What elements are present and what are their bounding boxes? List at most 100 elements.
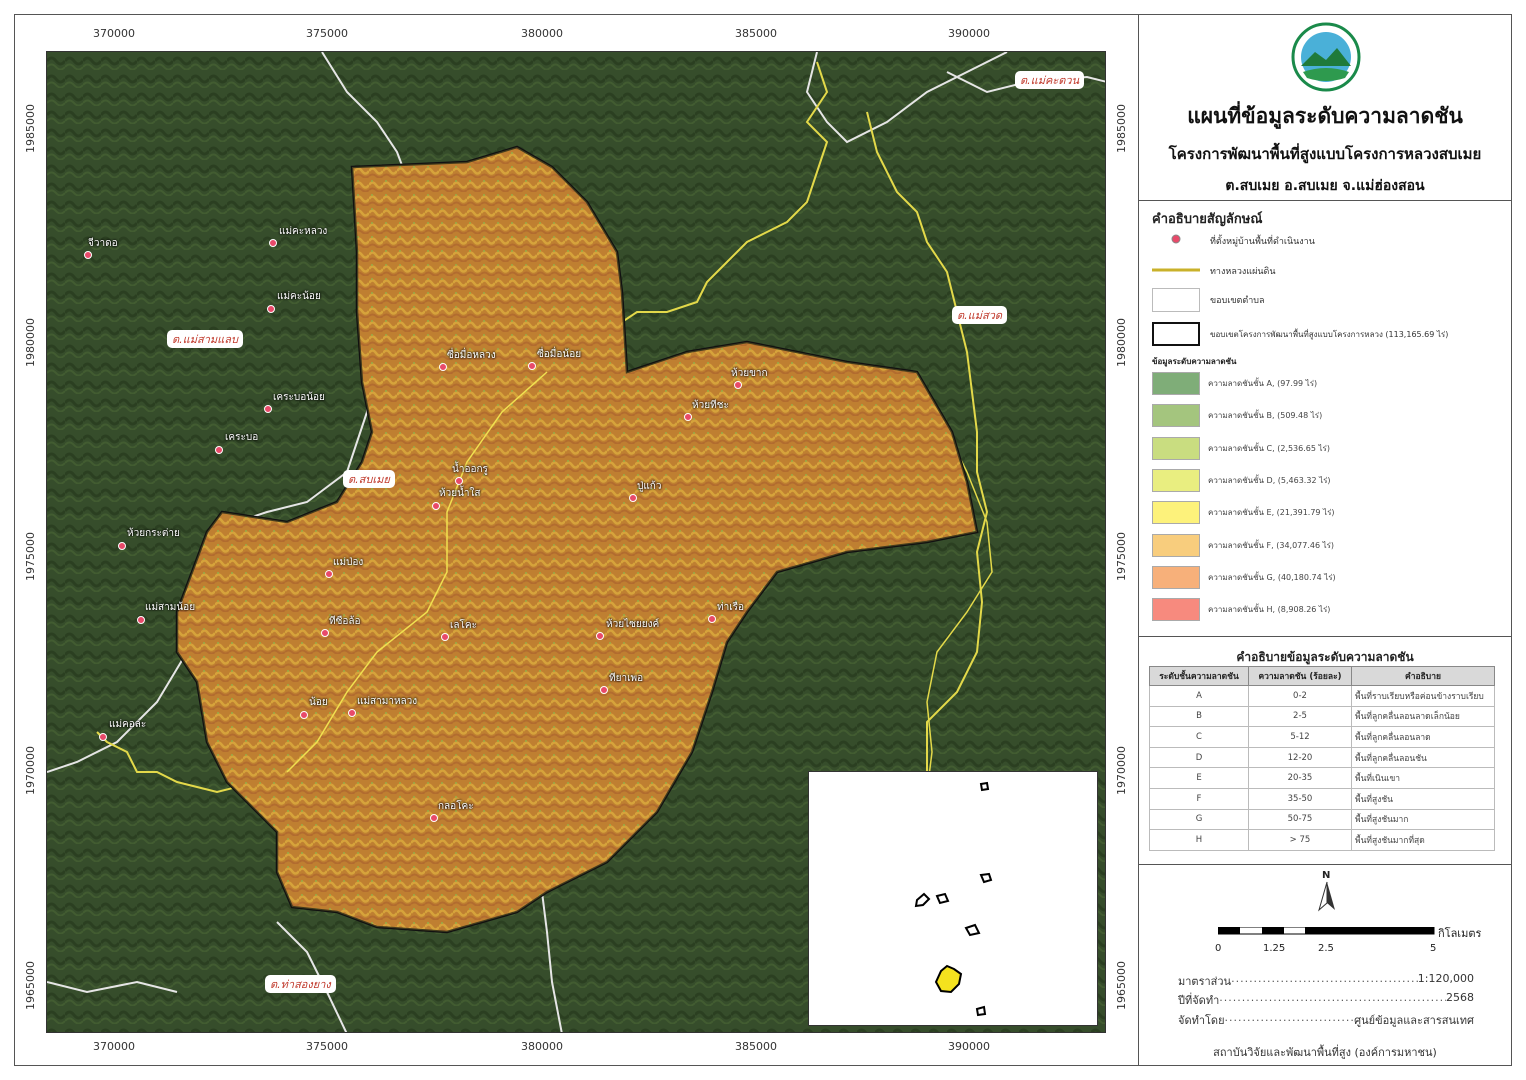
village-marker[interactable] [264, 405, 272, 413]
slope-class-swatch [1152, 501, 1200, 525]
village-marker[interactable] [596, 632, 604, 640]
village-marker[interactable] [137, 616, 145, 624]
table-cell: 12-20 [1248, 746, 1352, 769]
y-tick-right: 1965000 [1115, 961, 1128, 1010]
project-box-icon [1152, 322, 1200, 346]
village-label: ทียาเพอ [609, 673, 644, 684]
village-marker[interactable] [300, 711, 308, 719]
table-row: A 0-2 พื้นที่ราบเรียบหรือค่อนข้างราบเรียบ [1149, 685, 1495, 707]
village-marker[interactable] [734, 381, 742, 389]
slope-table-header: คำอธิบาย [1351, 666, 1495, 686]
table-cell: พื้นที่ลูกคลื่นลอนชัน [1351, 746, 1495, 769]
village-marker[interactable] [215, 446, 223, 454]
village-marker[interactable] [629, 494, 637, 502]
y-tick-right: 1970000 [1115, 746, 1128, 795]
table-cell: พื้นที่สูงชัน [1351, 787, 1495, 810]
table-cell: H [1149, 829, 1249, 851]
inset-project-outline [979, 872, 993, 884]
village-label: ท่าเรือ [717, 602, 745, 613]
village-marker[interactable] [84, 251, 92, 259]
table-row: F 35-50 พื้นที่สูงชัน [1149, 787, 1495, 810]
legend-project: ขอบเขตโครงการพัฒนาพื้นที่สูงแบบโครงการหล… [1152, 322, 1448, 346]
table-cell: E [1149, 767, 1249, 789]
info-scale: มาตราส่วน...............................… [1178, 972, 1474, 988]
table-cell: D [1149, 746, 1249, 769]
info-producer: จัดทำโดย................................… [1178, 1011, 1474, 1027]
table-cell: C [1149, 726, 1249, 748]
tambon-label: ต.แม่คะตวน [1015, 71, 1085, 89]
y-tick-left: 1975000 [24, 532, 37, 581]
village-marker[interactable] [267, 305, 275, 313]
x-tick-bottom: 375000 [306, 1040, 348, 1053]
table-cell: พื้นที่ลูกคลื่นลอนลาด [1351, 726, 1495, 748]
inset-project-outline [935, 892, 950, 905]
village-marker[interactable] [118, 542, 126, 550]
village-marker[interactable] [684, 413, 692, 421]
village-marker[interactable] [325, 570, 333, 578]
inset-project-outline [964, 923, 981, 937]
table-cell: B [1149, 705, 1249, 728]
y-tick-left: 1985000 [24, 104, 37, 153]
slope-class-swatch [1152, 468, 1200, 492]
village-marker[interactable] [430, 814, 438, 822]
village-label: ทีซือล้อ [329, 616, 361, 627]
slope-class-legend-item: ความลาดชันชั้น A, (97.99 ไร่) [1152, 372, 1317, 395]
village-label: แม่สามน้อย [145, 602, 196, 613]
inset-locator-map [808, 771, 1098, 1026]
y-tick-left: 1965000 [24, 961, 37, 1010]
table-row: B 2-5 พื้นที่ลูกคลื่นลอนลาดเล็กน้อย [1149, 705, 1495, 728]
table-cell: G [1149, 808, 1249, 831]
tambon-label: ต.แม่สวด [952, 306, 1008, 324]
table-row: D 12-20 พื้นที่ลูกคลื่นลอนชัน [1149, 746, 1495, 769]
village-label: ปู่แก้ว [637, 481, 662, 492]
x-tick-top: 385000 [735, 27, 777, 40]
scale-bar [1218, 927, 1435, 935]
village-marker[interactable] [432, 502, 440, 510]
village-marker[interactable] [528, 362, 536, 370]
village-label: แม่คะน้อย [277, 291, 321, 302]
slope-class-label: ความลาดชันชั้น F, (34,077.46 ไร่) [1208, 540, 1335, 550]
slope-class-label: ความลาดชันชั้น H, (8,908.26 ไร่) [1208, 605, 1331, 615]
table-cell: 2-5 [1248, 705, 1352, 728]
table-cell: > 75 [1248, 829, 1352, 851]
scale-tick: 1.25 [1263, 943, 1286, 954]
village-marker[interactable] [99, 733, 107, 741]
legend-village: ที่ตั้งหมู่บ้านพื้นที่ดำเนินงาน [1152, 230, 1315, 252]
village-label: เคระบอน้อย [273, 392, 325, 403]
x-tick-bottom: 385000 [735, 1040, 777, 1053]
tambon-label: ต.สบเมย [343, 470, 395, 488]
table-cell: F [1149, 787, 1249, 810]
slope-class-label: ความลาดชันชั้น D, (5,463.32 ไร่) [1208, 475, 1331, 485]
table-cell: พื้นที่สูงชันมาก [1351, 808, 1495, 831]
slope-class-swatch [1152, 565, 1200, 589]
village-marker[interactable] [348, 709, 356, 717]
table-cell: พื้นที่สูงชันมากที่สุด [1351, 829, 1495, 851]
village-marker[interactable] [441, 633, 449, 641]
village-marker[interactable] [600, 686, 608, 694]
slope-class-swatch [1152, 372, 1200, 395]
village-marker[interactable] [269, 239, 277, 247]
x-tick-top: 370000 [93, 27, 135, 40]
inset-project-outline [914, 892, 931, 908]
slope-class-label: ความลาดชันชั้น G, (40,180.74 ไร่) [1208, 572, 1336, 582]
slope-class-swatch [1152, 436, 1200, 460]
slope-class-label: ความลาดชันชั้น A, (97.99 ไร่) [1208, 379, 1318, 388]
village-label: แม่ป่อง [333, 557, 364, 568]
village-marker[interactable] [708, 615, 716, 623]
subdistrict-box-icon [1152, 288, 1200, 312]
slope-class-swatch [1152, 533, 1200, 557]
village-marker[interactable] [439, 363, 447, 371]
village-marker[interactable] [321, 629, 329, 637]
village-label: ห้วยทีชะ [692, 400, 729, 411]
legend-road: ทางหลวงแผ่นดิน [1152, 260, 1276, 282]
slope-class-legend-item: ความลาดชันชั้น C, (2,536.65 ไร่) [1152, 436, 1330, 460]
inset-project-outline [975, 1005, 987, 1017]
scale-tick: 5 [1430, 943, 1437, 954]
slope-class-legend-item: ความลาดชันชั้น B, (509.48 ไร่) [1152, 404, 1322, 428]
village-marker[interactable] [455, 477, 463, 485]
slope-table: ระดับชั้นความลาดชัน ความลาดชัน (ร้อยละ) … [1149, 666, 1495, 851]
village-label: น้อย [309, 697, 328, 708]
scale-tick: 0 [1215, 943, 1222, 954]
x-tick-top: 390000 [948, 27, 990, 40]
y-tick-left: 1980000 [24, 318, 37, 367]
